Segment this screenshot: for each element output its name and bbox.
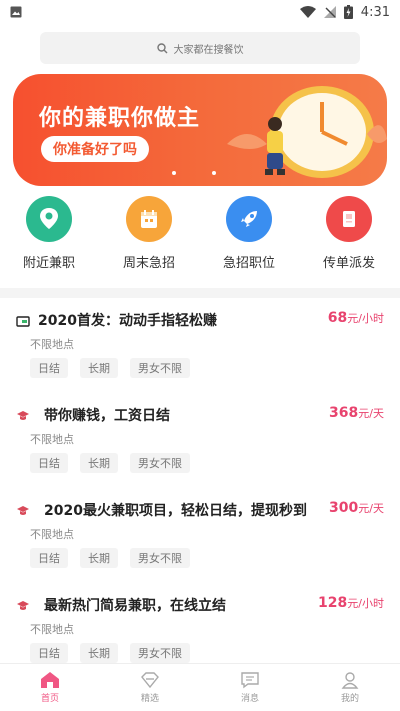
job-pay: 300元/天 <box>329 500 384 516</box>
job-tag: 日结 <box>30 643 68 663</box>
category-urgent[interactable]: 急招职位 <box>214 196 284 271</box>
promo-banner[interactable]: 你的兼职你做主 你准备好了吗 <box>13 74 387 186</box>
job-tags: 日结 长期 男女不限 <box>30 643 190 663</box>
job-tags: 日结 长期 男女不限 <box>30 548 190 568</box>
graduation-cap-icon <box>17 601 29 610</box>
job-pay-unit: 元/天 <box>358 502 384 515</box>
wifi-icon <box>299 6 316 18</box>
nav-home[interactable]: 首页 <box>0 664 100 711</box>
job-pay-unit: 元/天 <box>358 407 384 420</box>
location-pin-icon <box>40 208 58 229</box>
message-icon <box>241 672 259 689</box>
nav-label: 我的 <box>340 694 359 704</box>
job-pay: 128元/小时 <box>318 595 384 611</box>
job-item[interactable]: 2020首发：动动手指轻松赚 68元/小时 不限地点 日结 长期 男女不限 <box>0 300 400 392</box>
status-bar: 4:31 <box>0 0 400 24</box>
job-tag: 日结 <box>30 453 68 473</box>
job-tags: 日结 长期 男女不限 <box>30 453 190 473</box>
job-tags: 日结 长期 男女不限 <box>30 358 190 378</box>
graduation-cap-icon <box>17 411 29 420</box>
category-nearby[interactable]: 附近兼职 <box>14 196 84 271</box>
money-icon <box>16 316 30 327</box>
category-icon-bg <box>226 196 272 242</box>
category-icon-bg <box>326 196 372 242</box>
job-tag: 男女不限 <box>130 643 190 663</box>
calendar-icon <box>141 210 157 228</box>
nav-featured[interactable]: 精选 <box>100 664 200 711</box>
job-pay-amount: 368 <box>329 405 359 421</box>
nav-label: 精选 <box>140 694 159 704</box>
category-label: 附近兼职 <box>22 256 75 271</box>
bottom-nav: 首页 精选 消息 我的 <box>0 663 400 711</box>
job-title: 最新热门简易兼职，在线立结 <box>44 598 226 614</box>
job-tag: 长期 <box>80 358 118 378</box>
search-bar[interactable]: 大家都在搜餐饮 <box>40 32 360 64</box>
search-placeholder: 大家都在搜餐饮 <box>173 44 244 56</box>
job-pay-amount: 68 <box>327 310 348 326</box>
job-title: 2020首发：动动手指轻松赚 <box>38 313 217 329</box>
job-tag: 长期 <box>80 643 118 663</box>
category-icon-bg <box>26 196 72 242</box>
gallery-notification-icon <box>10 6 22 18</box>
carousel-dot[interactable] <box>212 171 216 175</box>
category-icon-bg <box>126 196 172 242</box>
diamond-icon <box>141 672 159 689</box>
search-icon <box>156 42 167 53</box>
no-signal-icon <box>323 6 336 18</box>
job-tag: 日结 <box>30 358 68 378</box>
carousel-dot[interactable] <box>172 171 176 175</box>
category-label: 周末急招 <box>122 256 175 271</box>
job-pay: 68元/小时 <box>328 310 384 326</box>
category-weekend[interactable]: 周末急招 <box>114 196 184 271</box>
battery-charging-icon <box>343 5 353 19</box>
category-label: 传单派发 <box>322 256 375 271</box>
job-title: 2020最火兼职项目，轻松日结，提现秒到 <box>44 503 307 519</box>
rocket-icon <box>241 211 257 227</box>
clock-illustration <box>227 86 387 178</box>
nav-profile[interactable]: 我的 <box>300 664 400 711</box>
banner-title: 你的兼职你做主 <box>39 106 201 131</box>
nav-messages[interactable]: 消息 <box>200 664 300 711</box>
category-row: 附近兼职 周末急招 急招职位 传单派发 <box>0 196 400 272</box>
job-pay-amount: 128 <box>318 595 348 611</box>
category-flyers[interactable]: 传单派发 <box>314 196 384 271</box>
status-time: 4:31 <box>360 4 390 20</box>
job-title: 带你赚钱，工资日结 <box>44 408 170 424</box>
job-tag: 男女不限 <box>130 548 190 568</box>
job-tag: 男女不限 <box>130 453 190 473</box>
home-icon <box>41 672 59 688</box>
job-tag: 长期 <box>80 548 118 568</box>
nav-label: 消息 <box>240 694 259 704</box>
job-pay-amount: 300 <box>329 500 359 516</box>
category-label: 急招职位 <box>222 256 275 271</box>
job-location: 不限地点 <box>30 433 74 446</box>
job-location: 不限地点 <box>30 338 74 351</box>
job-pay-unit: 元/小时 <box>347 312 384 325</box>
job-location: 不限地点 <box>30 623 74 636</box>
job-item[interactable]: 带你赚钱，工资日结 368元/天 不限地点 日结 长期 男女不限 <box>0 395 400 487</box>
job-location: 不限地点 <box>30 528 74 541</box>
flyer-icon <box>343 211 355 227</box>
job-tag: 男女不限 <box>130 358 190 378</box>
job-pay: 368元/天 <box>329 405 384 421</box>
job-item[interactable]: 2020最火兼职项目，轻松日结，提现秒到 300元/天 不限地点 日结 长期 男… <box>0 490 400 582</box>
job-tag: 日结 <box>30 548 68 568</box>
banner-subtitle: 你准备好了吗 <box>41 136 149 162</box>
job-tag: 长期 <box>80 453 118 473</box>
section-divider <box>0 288 400 298</box>
user-icon <box>341 672 359 689</box>
graduation-cap-icon <box>17 506 29 515</box>
nav-label: 首页 <box>40 694 59 704</box>
job-pay-unit: 元/小时 <box>347 597 384 610</box>
